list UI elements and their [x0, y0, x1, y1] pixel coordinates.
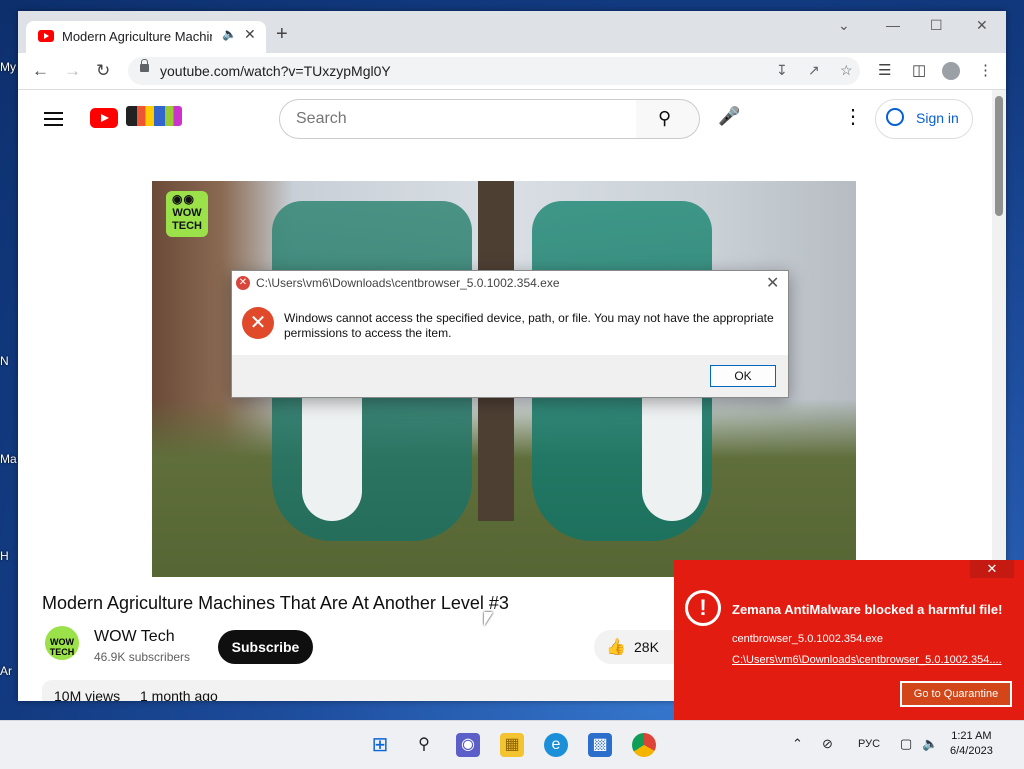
- browser-tab[interactable]: Modern Agriculture Machines That Are At …: [26, 21, 266, 53]
- mouse-cursor-icon: [484, 612, 493, 626]
- speaker-icon[interactable]: 🔈: [222, 27, 237, 41]
- notification-close-button[interactable]: ✕: [970, 560, 1014, 578]
- forward-button[interactable]: →: [64, 61, 81, 81]
- error-small-icon: ✕: [236, 276, 250, 290]
- profile-avatar[interactable]: [942, 62, 960, 80]
- scrollbar-thumb[interactable]: [995, 96, 1003, 216]
- search-button[interactable]: ⚲: [636, 99, 700, 139]
- like-count: 28K: [634, 639, 659, 655]
- notification-heading: Zemana AntiMalware blocked a harmful fil…: [732, 602, 1003, 617]
- share-icon[interactable]: ↗: [808, 62, 820, 79]
- store-icon[interactable]: ▩: [588, 733, 612, 757]
- desktop-icon-label[interactable]: Ma: [0, 452, 17, 466]
- clock-time: 1:21 AM: [951, 730, 992, 742]
- thumbs-up-icon: 👍: [606, 639, 626, 656]
- subscribe-button[interactable]: Subscribe: [218, 630, 313, 664]
- menu-icon[interactable]: [44, 112, 63, 126]
- dialog-close-button[interactable]: ✕: [766, 273, 779, 293]
- volume-icon[interactable]: 🔈: [922, 736, 938, 752]
- watermark-text: WOW TECH: [172, 207, 202, 232]
- close-window-button[interactable]: ✕: [976, 17, 988, 34]
- start-windows-icon[interactable]: ⊞: [368, 733, 392, 757]
- dialog-footer: OK: [232, 355, 788, 397]
- sign-in-label: Sign in: [916, 110, 959, 126]
- error-dialog: ✕ C:\Users\vm6\Downloads\centbrowser_5.0…: [231, 270, 789, 398]
- go-to-quarantine-button[interactable]: Go to Quarantine: [900, 681, 1012, 707]
- minimize-button[interactable]: —: [886, 17, 900, 33]
- youtube-logo-icon[interactable]: [90, 108, 118, 128]
- view-count: 10M views: [54, 688, 121, 701]
- install-icon[interactable]: ↧: [776, 62, 788, 79]
- search-icon: ⚲: [658, 108, 672, 128]
- side-panel-icon[interactable]: ◫: [912, 61, 926, 79]
- channel-name[interactable]: WOW Tech: [94, 628, 175, 646]
- error-icon: ✕: [242, 307, 274, 339]
- browser-toolbar: ← → ↻ youtube.com/watch?v=TUxzypMgl0Y ↧ …: [18, 53, 1006, 90]
- desktop-icon-label[interactable]: H: [0, 549, 9, 563]
- edge-icon[interactable]: e: [544, 733, 568, 757]
- blocked-file-name: centbrowser_5.0.1002.354.exe: [732, 633, 884, 645]
- channel-avatar[interactable]: WOW TECH: [45, 626, 79, 660]
- language-indicator[interactable]: РУС: [858, 738, 880, 750]
- youtube-doodle[interactable]: [126, 106, 182, 126]
- tray-chevron-up-icon[interactable]: ⌃: [792, 736, 803, 752]
- network-off-icon[interactable]: ⊘: [822, 736, 833, 752]
- maximize-button[interactable]: ☐: [930, 17, 943, 34]
- clock-date: 6/4/2023: [950, 745, 993, 757]
- tab-strip: Modern Agriculture Machines That Are At …: [18, 11, 1006, 53]
- account-icon: [886, 108, 904, 126]
- video-title: Modern Agriculture Machines That Are At …: [42, 593, 509, 613]
- settings-more-icon[interactable]: ⋮: [843, 104, 863, 129]
- tab-title: Modern Agriculture Machines That Are At …: [62, 29, 212, 44]
- search-placeholder: Search: [296, 110, 347, 127]
- browser-menu-icon[interactable]: ⋮: [978, 61, 993, 79]
- reload-button[interactable]: ↻: [96, 61, 110, 81]
- desktop-icon-label[interactable]: Ar: [0, 664, 12, 678]
- url-text: youtube.com/watch?v=TUxzypMgl0Y: [160, 63, 391, 79]
- display-icon[interactable]: ▢: [900, 736, 912, 752]
- description-box[interactable]: 10M views 1 month ago: [42, 680, 692, 701]
- warning-icon: !: [685, 590, 721, 626]
- youtube-favicon-icon: [38, 30, 54, 42]
- address-bar[interactable]: youtube.com/watch?v=TUxzypMgl0Y ↧ ↗ ☆: [128, 57, 860, 85]
- back-button[interactable]: ←: [32, 61, 49, 81]
- taskbar: ⊞ ⚲ ◉ ▦ e ▩ ⌃ ⊘ РУС ▢ 🔈 1:21 AM 6/4/2023: [0, 720, 1024, 769]
- owl-eyes-icon: ◉◉: [172, 192, 195, 206]
- file-explorer-icon[interactable]: ▦: [500, 733, 524, 757]
- chrome-icon[interactable]: [632, 733, 656, 757]
- dialog-title: C:\Users\vm6\Downloads\centbrowser_5.0.1…: [256, 276, 560, 290]
- upload-age: 1 month ago: [140, 688, 218, 701]
- tab-close-icon[interactable]: ✕: [244, 26, 256, 43]
- bookmark-star-icon[interactable]: ☆: [840, 62, 853, 79]
- dialog-message: Windows cannot access the specified devi…: [284, 311, 774, 340]
- channel-watermark: ◉◉ WOW TECH: [166, 191, 208, 237]
- chat-icon[interactable]: ◉: [456, 733, 480, 757]
- search-icon[interactable]: ⚲: [412, 733, 436, 757]
- zemana-notification: ✕ ! Zemana AntiMalware blocked a harmful…: [674, 560, 1024, 720]
- clock[interactable]: 1:21 AM 6/4/2023: [950, 729, 993, 759]
- sign-in-button[interactable]: Sign in: [875, 99, 973, 139]
- new-tab-button[interactable]: +: [276, 23, 288, 46]
- media-control-icon[interactable]: ☰: [878, 61, 891, 79]
- blocked-file-path-link[interactable]: C:\Users\vm6\Downloads\centbrowser_5.0.1…: [732, 654, 1012, 666]
- tab-search-chevron-icon[interactable]: ⌄: [838, 17, 850, 34]
- ok-button[interactable]: OK: [710, 365, 776, 387]
- desktop-icon-label[interactable]: My: [0, 60, 16, 74]
- desktop-icon-label[interactable]: N: [0, 354, 9, 368]
- microphone-icon[interactable]: 🎤: [718, 106, 740, 127]
- search-input[interactable]: Search: [279, 99, 637, 139]
- lock-icon[interactable]: [140, 59, 149, 72]
- subscriber-count: 46.9K subscribers: [94, 650, 191, 664]
